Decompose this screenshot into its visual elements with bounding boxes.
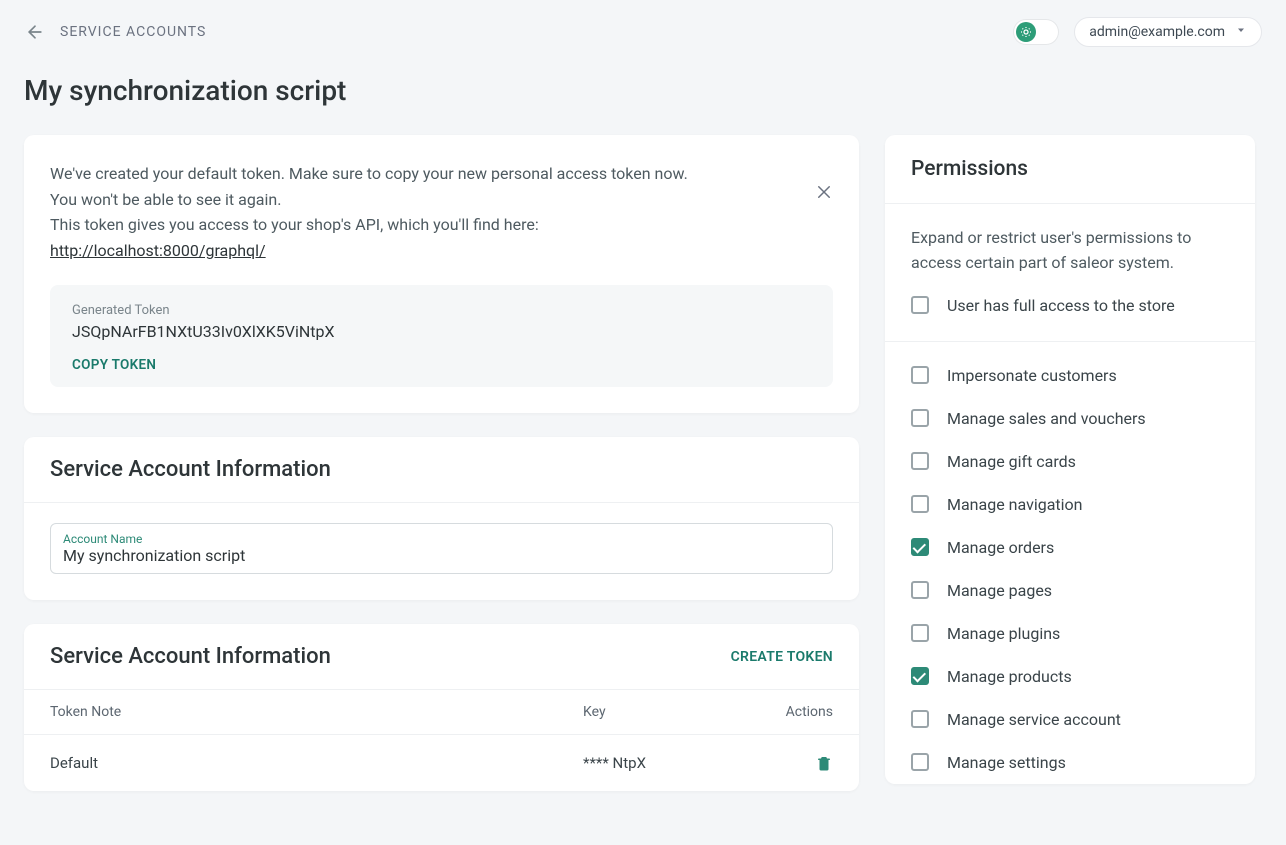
delete-token-button[interactable]: [753, 753, 833, 773]
account-info-card: Service Account Information Account Name: [24, 437, 859, 600]
permission-item[interactable]: Manage plugins: [885, 612, 1255, 655]
account-name-label: Account Name: [63, 532, 820, 546]
close-icon[interactable]: [815, 161, 833, 205]
api-url-link[interactable]: http://localhost:8000/graphql/: [50, 241, 266, 260]
checkbox-icon[interactable]: [911, 366, 929, 384]
permission-label: Manage gift cards: [947, 452, 1076, 471]
table-row: Default**** NtpX: [24, 735, 859, 791]
column-note: Token Note: [50, 704, 583, 720]
checkbox-icon[interactable]: [911, 409, 929, 427]
permission-label: Manage orders: [947, 538, 1054, 557]
create-token-button[interactable]: CREATE TOKEN: [731, 649, 833, 665]
checkbox-icon[interactable]: [911, 538, 929, 556]
permission-label: Manage pages: [947, 581, 1052, 600]
alert-line2: You won't be able to see it again.: [50, 187, 797, 213]
permissions-heading: Permissions: [911, 157, 1229, 181]
tokens-heading: Service Account Information: [50, 644, 331, 669]
permission-item[interactable]: Manage navigation: [885, 483, 1255, 526]
generated-token-box: Generated Token JSQpNArFB1NXtU33Iv0XlXK5…: [50, 285, 833, 387]
account-name-input[interactable]: [63, 546, 820, 565]
token-key: **** NtpX: [583, 754, 753, 772]
copy-token-button[interactable]: COPY TOKEN: [72, 357, 156, 373]
checkbox-icon[interactable]: [911, 710, 929, 728]
permission-label: Manage sales and vouchers: [947, 409, 1146, 428]
checkbox-icon[interactable]: [911, 296, 929, 314]
divider: [885, 341, 1255, 342]
permission-item[interactable]: Manage service account: [885, 698, 1255, 741]
generated-token-value: JSQpNArFB1NXtU33Iv0XlXK5ViNtpX: [72, 322, 811, 341]
column-actions: Actions: [753, 704, 833, 720]
permission-label: Impersonate customers: [947, 366, 1117, 385]
permission-label: Manage navigation: [947, 495, 1082, 514]
permission-item[interactable]: Manage orders: [885, 526, 1255, 569]
permission-label: Manage settings: [947, 753, 1066, 772]
permission-label: User has full access to the store: [947, 296, 1175, 315]
permission-item[interactable]: Manage pages: [885, 569, 1255, 612]
user-email: admin@example.com: [1089, 24, 1225, 40]
checkbox-icon[interactable]: [911, 624, 929, 642]
checkbox-icon[interactable]: [911, 581, 929, 599]
tokens-card: Service Account Information CREATE TOKEN…: [24, 624, 859, 791]
sun-icon: [1016, 22, 1036, 42]
permission-item[interactable]: Manage sales and vouchers: [885, 397, 1255, 440]
account-info-heading: Service Account Information: [50, 457, 331, 482]
permission-label: Manage service account: [947, 710, 1121, 729]
column-key: Key: [583, 704, 753, 720]
checkbox-icon[interactable]: [911, 753, 929, 771]
permission-label: Manage products: [947, 667, 1072, 686]
permission-full-access[interactable]: User has full access to the store: [885, 284, 1255, 337]
permission-item[interactable]: Manage products: [885, 655, 1255, 698]
checkbox-icon[interactable]: [911, 667, 929, 685]
breadcrumb[interactable]: SERVICE ACCOUNTS: [60, 24, 206, 40]
generated-token-label: Generated Token: [72, 303, 811, 318]
permission-item[interactable]: Manage settings: [885, 741, 1255, 784]
token-alert-card: We've created your default token. Make s…: [24, 135, 859, 413]
permission-item[interactable]: Impersonate customers: [885, 354, 1255, 397]
checkbox-icon[interactable]: [911, 452, 929, 470]
page-title: My synchronization script: [24, 74, 1262, 107]
permission-label: Manage plugins: [947, 624, 1060, 643]
account-name-field[interactable]: Account Name: [50, 523, 833, 574]
token-note: Default: [50, 754, 583, 772]
permission-item[interactable]: Manage gift cards: [885, 440, 1255, 483]
alert-line1: We've created your default token. Make s…: [50, 161, 797, 187]
alert-line3: This token gives you access to your shop…: [50, 212, 797, 238]
theme-toggle[interactable]: [1014, 20, 1058, 44]
back-arrow-icon[interactable]: [24, 21, 46, 43]
user-menu[interactable]: admin@example.com: [1074, 17, 1262, 47]
checkbox-icon[interactable]: [911, 495, 929, 513]
permissions-card: Permissions Expand or restrict user's pe…: [885, 135, 1255, 784]
chevron-down-icon: [1235, 24, 1247, 40]
permissions-description: Expand or restrict user's permissions to…: [885, 204, 1255, 284]
